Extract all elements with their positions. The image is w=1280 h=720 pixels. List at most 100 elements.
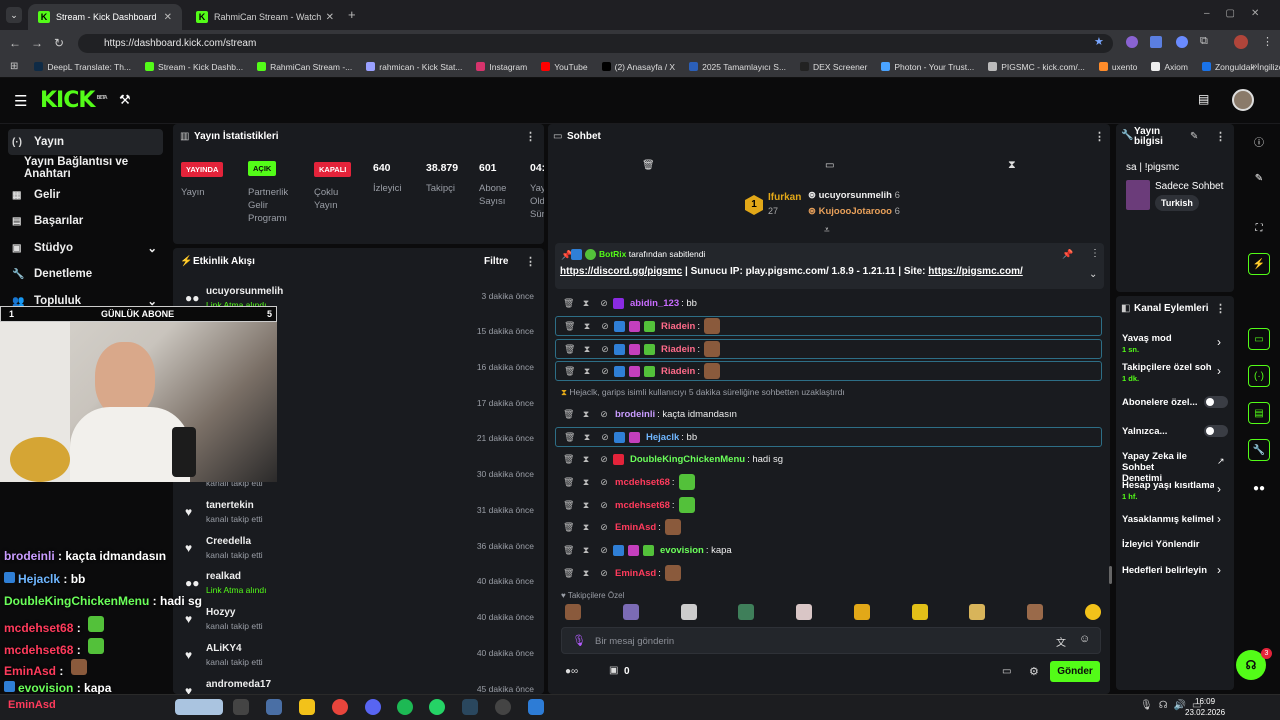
bookmark-star-icon[interactable]: ★ bbox=[1094, 35, 1104, 48]
bookmark-dexscreener[interactable]: DEX Screener bbox=[800, 62, 867, 72]
spotify-icon[interactable] bbox=[397, 699, 413, 715]
bookmark-deepl[interactable]: DeepL Translate: Th... bbox=[34, 62, 131, 72]
action-set-goals[interactable]: Hedefleri belirleyin bbox=[1122, 565, 1207, 576]
trash-icon[interactable]: 🗑 bbox=[564, 366, 575, 377]
chat-input[interactable]: 🎙 Bir mesaj gönderin 文 ☺ bbox=[561, 627, 1101, 654]
action-subscribers-only[interactable]: Abonelere özel... bbox=[1122, 397, 1198, 408]
gift-icon[interactable]: ▣ bbox=[609, 665, 618, 676]
menu-icon[interactable]: ⋮ bbox=[1262, 35, 1273, 48]
wallet-icon[interactable]: ▤ bbox=[1198, 92, 1209, 106]
bookmark-instagram[interactable]: Instagram bbox=[476, 62, 527, 72]
chat-settings-icon[interactable]: ▭ bbox=[825, 160, 834, 171]
forward-icon[interactable]: → bbox=[26, 36, 48, 50]
emote[interactable] bbox=[565, 604, 581, 620]
bookmark-zonguldak[interactable]: Zonguldak İngilizce... bbox=[1201, 62, 1280, 72]
chevron-right-icon[interactable]: › bbox=[1217, 512, 1221, 526]
discord-icon[interactable] bbox=[365, 699, 381, 715]
video-icon[interactable]: ▤ bbox=[1248, 402, 1270, 424]
leader-3[interactable]: ⊛ KujoooJotarooo 6 bbox=[808, 206, 900, 217]
emotes-only-toggle[interactable] bbox=[1204, 425, 1228, 437]
sidebar-item-stream-key[interactable]: Yayın Bağlantısı ve Anahtarı bbox=[20, 155, 175, 181]
hourglass-icon[interactable]: ⧗ bbox=[581, 298, 591, 309]
lightning-icon[interactable]: ⚡ bbox=[1248, 253, 1270, 275]
action-banned-words[interactable]: Yasaklanmış kelimel bbox=[1122, 514, 1214, 525]
action-followers-only[interactable]: Takipçilere özel soh 1 dk. bbox=[1122, 362, 1214, 384]
chat-bubble-icon[interactable]: ▭ bbox=[1248, 328, 1270, 350]
sidebar-item-denetleme[interactable]: 🔧 Denetleme bbox=[8, 261, 163, 287]
hourglass-icon[interactable]: ⧗ bbox=[582, 344, 592, 355]
ban-icon[interactable]: ⊘ bbox=[599, 454, 609, 465]
trash-icon[interactable]: 🗑 bbox=[563, 477, 574, 488]
taskview-icon[interactable] bbox=[233, 699, 249, 715]
hourglass-icon[interactable]: ⧗ bbox=[582, 432, 592, 443]
community-icon[interactable]: ●● bbox=[1248, 477, 1270, 499]
leader-2[interactable]: ⊛ ucuyorsunmelih 6 bbox=[808, 190, 900, 201]
activity-item[interactable]: ●● realkad Link Atma alındı 40 dakika önce bbox=[180, 568, 540, 604]
stats-menu-icon[interactable]: ⋮ bbox=[525, 130, 536, 143]
activity-item[interactable]: ♥ andromeda17 45 dakika önce bbox=[180, 676, 540, 694]
sidebar-item-studyo[interactable]: ▣ Stüdyo ⌄ bbox=[8, 235, 163, 261]
trash-icon[interactable]: 🗑 bbox=[642, 160, 655, 171]
obs-icon[interactable] bbox=[495, 699, 511, 715]
extensions-puzzle-icon[interactable]: ⧉ bbox=[1200, 35, 1208, 48]
action-account-age[interactable]: Hesap yaşı kısıtlama 1 hf. bbox=[1122, 480, 1214, 502]
points-icon[interactable]: ●∞ bbox=[565, 666, 578, 677]
channel-actions-menu-icon[interactable]: ⋮ bbox=[1215, 302, 1226, 315]
ban-icon[interactable]: ⊘ bbox=[599, 568, 609, 579]
tab-close-icon[interactable]: ✕ bbox=[326, 12, 334, 23]
send-button[interactable]: Gönder bbox=[1050, 661, 1100, 682]
bookmark-axiom[interactable]: Axiom bbox=[1151, 62, 1188, 72]
emote[interactable] bbox=[738, 604, 755, 620]
unpin-icon[interactable]: 📌 bbox=[1062, 249, 1073, 260]
edit-icon[interactable]: ✎ bbox=[1190, 131, 1198, 142]
hourglass-icon[interactable]: ⧗ bbox=[582, 366, 592, 377]
chat-bubble-icon[interactable]: ▭ bbox=[1002, 666, 1011, 677]
chrome-icon[interactable] bbox=[332, 699, 348, 715]
chevron-right-icon[interactable]: › bbox=[1217, 335, 1221, 349]
hourglass-icon[interactable]: ⧗ bbox=[581, 409, 591, 420]
trash-icon[interactable]: 🗑 bbox=[563, 568, 574, 579]
hourglass-icon[interactable]: ⧗ bbox=[1008, 159, 1016, 172]
tab-search-icon[interactable]: ⌄ bbox=[6, 7, 22, 23]
more-bookmarks-icon[interactable]: » bbox=[1252, 61, 1258, 72]
ban-icon[interactable]: ⊘ bbox=[600, 344, 610, 355]
hourglass-icon[interactable]: ⧗ bbox=[581, 500, 591, 511]
chat-menu-icon[interactable]: ⋮ bbox=[1094, 130, 1105, 143]
extension-icon[interactable] bbox=[1126, 36, 1138, 48]
tab-rahmican-stream[interactable]: K RahmiCan Stream - Watch Live ✕ bbox=[186, 4, 344, 30]
bookmark-youtube[interactable]: YouTube bbox=[541, 62, 588, 72]
chat-scrollbar[interactable] bbox=[1109, 566, 1112, 584]
trash-icon[interactable]: 🗑 bbox=[563, 454, 574, 465]
bookmark-tamamlayici[interactable]: 2025 Tamamlayıcı S... bbox=[689, 62, 786, 72]
hourglass-icon[interactable]: ⧗ bbox=[582, 321, 592, 332]
tab-kick-dashboard[interactable]: K Stream - Kick Dashboard ✕ bbox=[28, 4, 182, 30]
chat-message[interactable]: 🗑 ⧗ ⊘ Hejaclk: bb bbox=[555, 427, 1102, 447]
chat-message[interactable]: 🗑 ⧗ ⊘ Riadein: bbox=[555, 339, 1102, 359]
trash-icon[interactable]: 🗑 bbox=[563, 500, 574, 511]
subscribers-only-toggle[interactable] bbox=[1204, 396, 1228, 408]
hourglass-icon[interactable]: ⧗ bbox=[581, 454, 591, 465]
bookmark-rahmican[interactable]: RahmiCan Stream -... bbox=[257, 62, 352, 72]
action-emotes-only[interactable]: Yalnızca... bbox=[1122, 426, 1167, 437]
leader-1-name[interactable]: Ifurkan bbox=[768, 192, 801, 203]
reload-icon[interactable]: ↻ bbox=[48, 36, 70, 50]
sidebar-item-gelir[interactable]: ▦ Gelir bbox=[8, 182, 163, 208]
trash-icon[interactable]: 🗑 bbox=[563, 545, 574, 556]
discord-link[interactable]: https://discord.gg/pigsmc bbox=[560, 266, 682, 277]
tools-icon[interactable]: ⚒ bbox=[119, 92, 131, 108]
pinned-menu-icon[interactable]: ⋮ bbox=[1090, 248, 1100, 259]
action-raid[interactable]: İzleyici Yönlendir bbox=[1122, 539, 1199, 550]
tray-icons[interactable]: 🎙☊🔊▭ bbox=[1140, 700, 1207, 711]
kick-logo[interactable]: KICK BETA bbox=[40, 88, 108, 113]
profile-avatar[interactable] bbox=[1234, 35, 1248, 49]
external-link-icon[interactable]: ↗ bbox=[1217, 456, 1225, 467]
chat-message[interactable]: 🗑 ⧗ ⊘ Riadein: bbox=[555, 316, 1102, 336]
ban-icon[interactable]: ⊘ bbox=[599, 298, 609, 309]
emote[interactable] bbox=[1084, 604, 1101, 620]
translate-icon[interactable]: 文 bbox=[1056, 634, 1066, 649]
extension-icon[interactable] bbox=[1176, 36, 1188, 48]
hourglass-icon[interactable]: ⧗ bbox=[581, 568, 591, 579]
emote[interactable] bbox=[622, 604, 639, 620]
window-controls[interactable]: –▢✕ bbox=[1204, 8, 1275, 19]
emote[interactable] bbox=[853, 604, 870, 620]
